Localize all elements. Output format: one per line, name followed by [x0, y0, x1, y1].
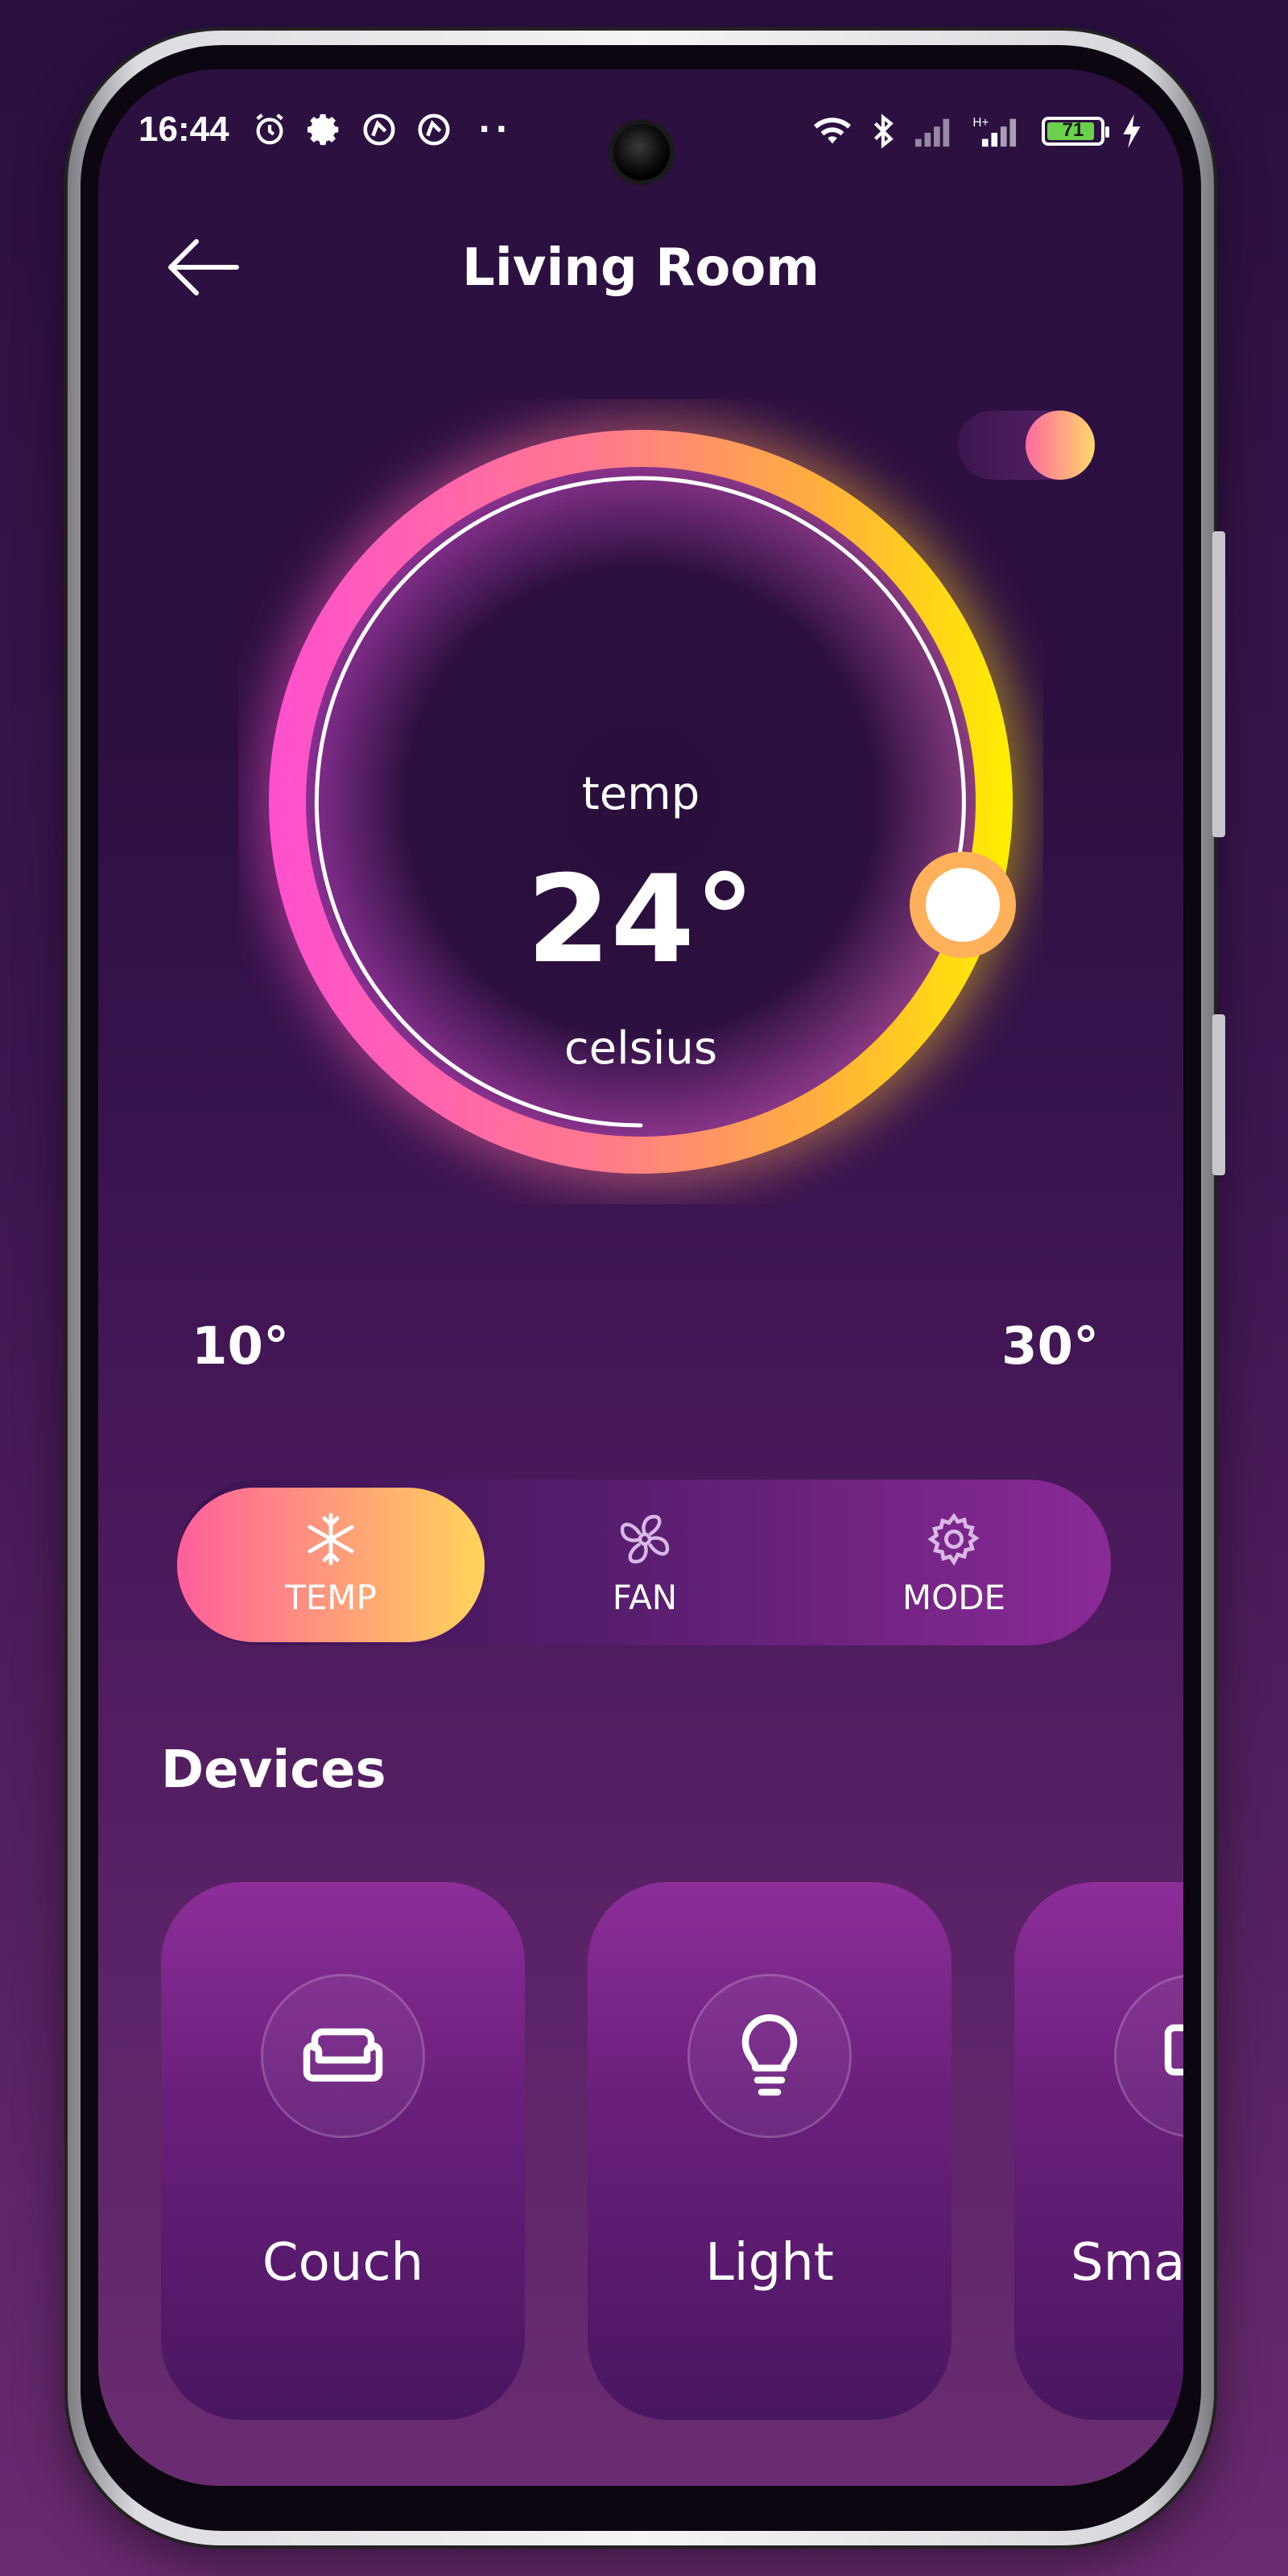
charging-icon [1123, 114, 1141, 149]
bluetooth-icon [873, 114, 894, 149]
power-button [1212, 1014, 1225, 1175]
device-icon-circle [1114, 1974, 1183, 2138]
wifi-icon [814, 118, 851, 144]
signal-icon [915, 118, 950, 147]
alarm-icon [256, 114, 283, 145]
status-time: 16:44 [138, 109, 229, 149]
device-label: Sma [1071, 2233, 1183, 2293]
device-card-smart[interactable]: Sma [1014, 1882, 1183, 2420]
device-icon-circle [687, 1974, 852, 2138]
battery-tip [1105, 126, 1109, 138]
gear-icon [927, 1513, 980, 1567]
more-dots-icon: ·· [478, 111, 513, 148]
device-icon-circle [261, 1974, 425, 2138]
app-screen: 16:44 ·· H+ 71 Living Room temp 24° cels… [98, 69, 1183, 2486]
front-camera [613, 124, 670, 180]
page-title: Living Room [462, 238, 819, 298]
tab-temp-label: TEMP [285, 1578, 377, 1617]
app-icon [418, 114, 450, 146]
devices-heading: Devices [161, 1740, 386, 1800]
tab-temp[interactable]: TEMP [177, 1488, 485, 1642]
tab-fan-label: FAN [612, 1578, 678, 1617]
tab-mode[interactable]: MODE [800, 1488, 1108, 1642]
device-label: Couch [262, 2233, 424, 2293]
device-card-light[interactable]: Light [588, 1882, 952, 2420]
couch-icon [303, 2028, 383, 2082]
status-bar: 16:44 ·· H+ 71 [98, 101, 1183, 180]
app-icon [363, 114, 395, 146]
fan-icon [620, 1514, 670, 1564]
lightbulb-icon [741, 2014, 798, 2096]
device-label: Light [705, 2233, 834, 2293]
volume-button [1212, 531, 1225, 837]
range-min-label: 10° [192, 1317, 290, 1377]
svg-text:H+: H+ [972, 116, 989, 130]
status-right-icons: H+ 71 [810, 113, 1143, 150]
status-left-icons: ·· [251, 111, 512, 148]
mode-selector: TEMP FAN MODE [177, 1480, 1111, 1645]
tab-mode-label: MODE [902, 1578, 1006, 1617]
settings-icon [307, 114, 339, 146]
dial-label: temp [581, 768, 700, 820]
snowflake-icon [308, 1513, 354, 1566]
battery-icon: 71 [1042, 117, 1109, 146]
temperature-value: 24° [526, 850, 755, 990]
signal-icon: H+ [972, 116, 1017, 147]
battery-level: 71 [1062, 119, 1084, 141]
temperature-unit: celsius [564, 1022, 718, 1075]
device-card-couch[interactable]: Couch [161, 1882, 525, 2420]
device-icon [1164, 2024, 1183, 2076]
temperature-dial[interactable]: temp 24° celsius [238, 399, 1043, 1204]
range-max-label: 30° [1001, 1317, 1100, 1377]
tab-fan[interactable]: FAN [491, 1488, 799, 1642]
